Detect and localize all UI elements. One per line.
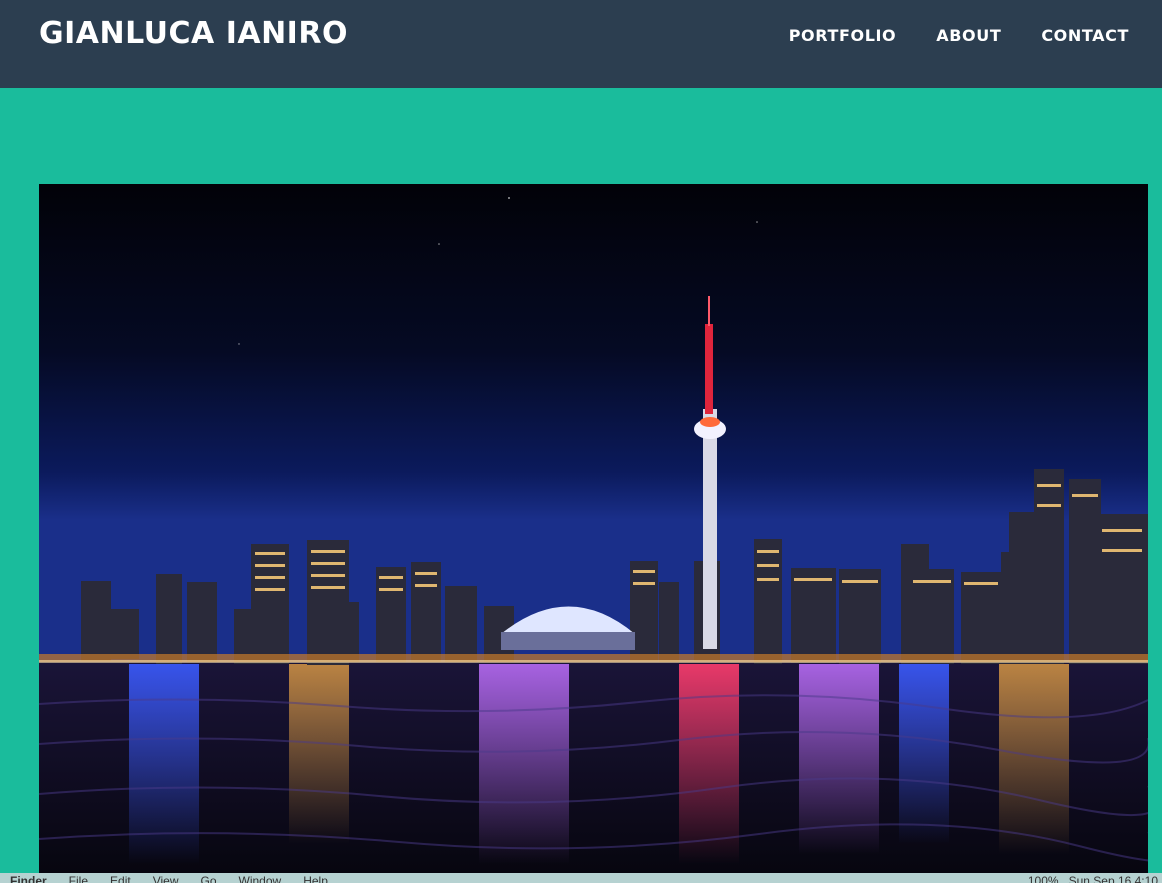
menubar-status: 100% Sun Sep 16 4:10 [1018, 874, 1158, 883]
menubar-go[interactable]: Go [201, 874, 217, 883]
nav-about-link[interactable]: ABOUT [936, 26, 1001, 45]
menubar-window[interactable]: Window [239, 874, 282, 883]
hero-image [39, 184, 1148, 873]
city-skyline-night-photo [39, 184, 1148, 873]
menubar-clock[interactable]: Sun Sep 16 4:10 [1069, 874, 1158, 883]
menubar-view[interactable]: View [153, 874, 179, 883]
nav-portfolio-link[interactable]: PORTFOLIO [789, 26, 897, 45]
os-menubar: Finder File Edit View Go Window Help 100… [0, 873, 1162, 883]
menubar-finder[interactable]: Finder [10, 874, 47, 883]
menubar-file[interactable]: File [69, 874, 88, 883]
nav-links: PORTFOLIO ABOUT CONTACT [789, 0, 1162, 70]
menubar-help[interactable]: Help [303, 874, 328, 883]
brand-link[interactable]: GIANLUCA IANIRO [39, 14, 348, 54]
battery-percentage[interactable]: 100% [1028, 874, 1059, 883]
nav-contact-link[interactable]: CONTACT [1041, 26, 1129, 45]
menubar-edit[interactable]: Edit [110, 874, 131, 883]
navbar: GIANLUCA IANIRO PORTFOLIO ABOUT CONTACT [0, 0, 1162, 88]
menubar-items: Finder File Edit View Go Window Help [10, 874, 350, 883]
